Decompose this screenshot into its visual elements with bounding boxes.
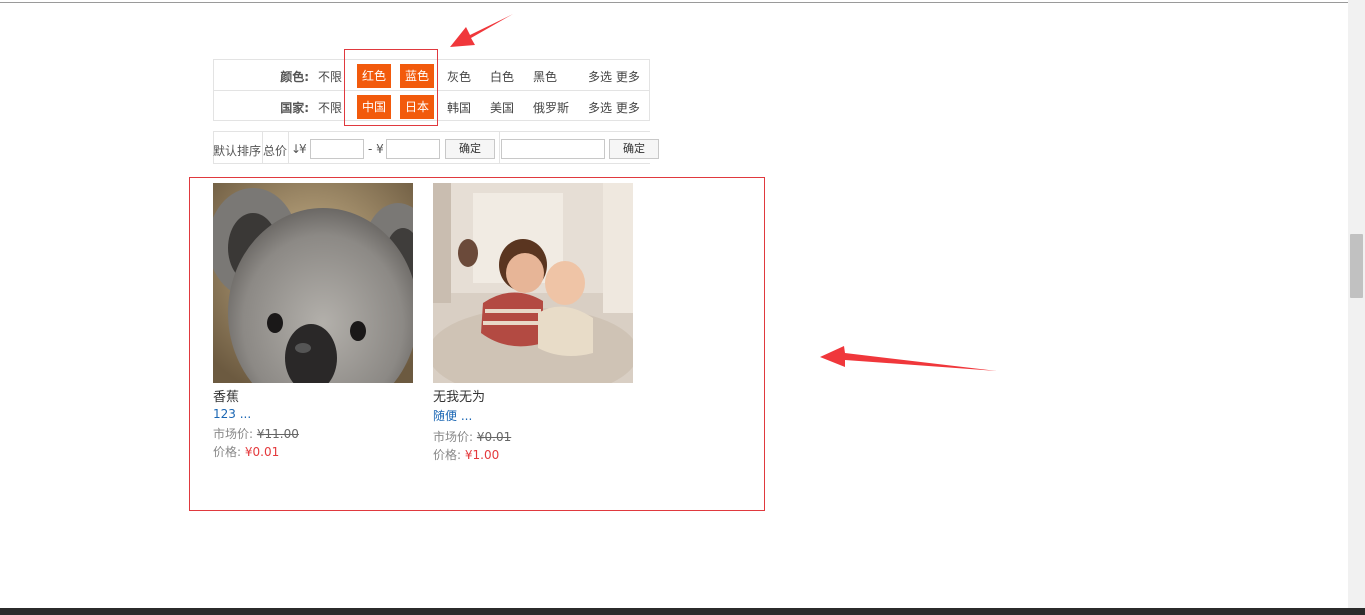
selected-filters-highlight bbox=[344, 49, 438, 126]
filter-country-korea[interactable]: 韩国 bbox=[447, 99, 471, 116]
product-card[interactable]: 无我无为 随便 ... 市场价: ¥0.01 价格: ¥1.00 bbox=[433, 183, 633, 463]
filter-label-color: 颜色: bbox=[280, 70, 309, 84]
vertical-scrollbar[interactable] bbox=[1348, 0, 1365, 608]
filter-country-russia[interactable]: 俄罗斯 bbox=[533, 99, 569, 116]
product-image-koala[interactable] bbox=[213, 183, 413, 383]
sort-default[interactable]: 默认排序 bbox=[213, 142, 261, 159]
filter-color-gray[interactable]: 灰色 bbox=[447, 68, 471, 85]
product-name[interactable]: 香蕉 bbox=[213, 386, 413, 405]
filter-country-multi-more[interactable]: 多选 更多 bbox=[588, 99, 640, 116]
filter-label-country: 国家: bbox=[280, 101, 309, 115]
annotation-arrow-top bbox=[450, 14, 513, 47]
filter-country-any[interactable]: 不限 bbox=[318, 99, 342, 116]
price-max-input[interactable] bbox=[386, 139, 440, 159]
search-confirm-button[interactable]: 确定 bbox=[609, 139, 659, 159]
price-confirm-button[interactable]: 确定 bbox=[445, 139, 495, 159]
filter-color-multi-more[interactable]: 多选 更多 bbox=[588, 68, 640, 85]
bottom-taskbar bbox=[0, 608, 1365, 615]
product-price: 价格: ¥0.01 bbox=[213, 445, 280, 459]
product-market-price: 市场价: ¥0.01 bbox=[433, 430, 512, 444]
product-desc[interactable]: 随便 ... bbox=[433, 407, 633, 424]
product-card[interactable]: 香蕉 123 ... 市场价: ¥11.00 价格: ¥0.01 bbox=[213, 183, 413, 460]
filter-color-black[interactable]: 黑色 bbox=[533, 68, 557, 85]
filter-country-usa[interactable]: 美国 bbox=[490, 99, 514, 116]
top-divider bbox=[0, 2, 1348, 3]
price-range-dash: - ¥ bbox=[368, 142, 384, 156]
product-image-children[interactable] bbox=[433, 183, 633, 383]
product-price: 价格: ¥1.00 bbox=[433, 448, 500, 462]
product-desc[interactable]: 123 ... bbox=[213, 407, 413, 421]
price-min-input[interactable] bbox=[310, 139, 364, 159]
currency-symbol: ¥ bbox=[299, 142, 307, 156]
filter-color-any[interactable]: 不限 bbox=[318, 68, 342, 85]
product-name[interactable]: 无我无为 bbox=[433, 386, 633, 405]
annotation-arrow-right bbox=[820, 346, 997, 371]
sort-total-price[interactable]: 总价 bbox=[263, 142, 287, 159]
product-market-price: 市场价: ¥11.00 bbox=[213, 427, 299, 441]
scrollbar-thumb[interactable] bbox=[1350, 234, 1363, 298]
sort-bar: 默认排序 总价 ↓ ¥ - ¥ 确定 确定 bbox=[213, 131, 659, 164]
filter-color-white[interactable]: 白色 bbox=[490, 68, 514, 85]
search-input[interactable] bbox=[501, 139, 605, 159]
